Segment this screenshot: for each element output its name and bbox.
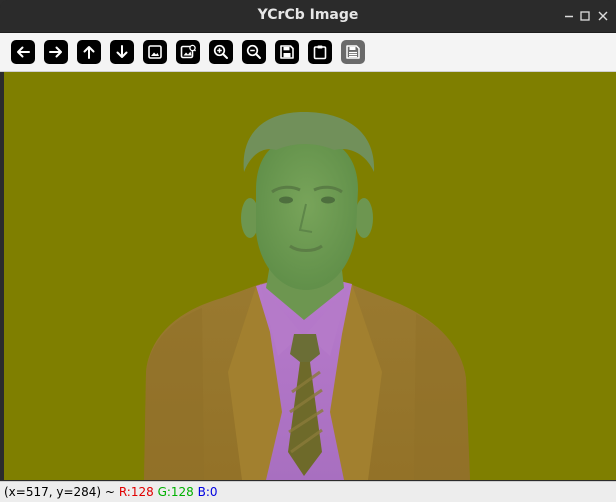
clipboard-icon xyxy=(313,45,327,60)
arrow-right-icon xyxy=(49,46,62,58)
properties-icon xyxy=(346,45,360,59)
save-icon xyxy=(280,45,294,59)
pan-right-button[interactable] xyxy=(44,40,68,64)
zoom-in-button[interactable] xyxy=(209,40,233,64)
properties-button[interactable] xyxy=(341,40,365,64)
image-info-icon xyxy=(180,44,196,59)
toolbar xyxy=(0,33,616,72)
arrow-up-icon xyxy=(83,46,95,59)
status-bar: (x=517, y=284) ~ R:128 G:128 B:0 xyxy=(0,481,616,502)
pan-left-button[interactable] xyxy=(11,40,35,64)
status-coordinates: (x=517, y=284) ~ xyxy=(4,485,115,499)
status-red-value: R:128 xyxy=(118,485,154,499)
close-icon xyxy=(598,11,608,21)
image-info-button[interactable] xyxy=(176,40,200,64)
zoom-out-icon xyxy=(246,44,261,59)
title-bar[interactable]: YCrCb Image xyxy=(0,0,616,33)
zoom-fit-button[interactable] xyxy=(143,40,167,64)
ycrcb-portrait-image xyxy=(4,72,616,480)
image-canvas[interactable] xyxy=(4,72,616,480)
arrow-down-icon xyxy=(116,45,128,58)
zoom-in-icon xyxy=(213,44,228,59)
status-green-value: G:128 xyxy=(157,485,194,499)
app-window: YCrCb Image (x=517, y=284) ~ R:128 G:128… xyxy=(0,0,616,502)
arrow-left-icon xyxy=(17,46,30,58)
window-title: YCrCb Image xyxy=(257,7,359,23)
zoom-fit-icon xyxy=(148,45,162,59)
close-button[interactable] xyxy=(589,0,616,32)
save-button[interactable] xyxy=(275,40,299,64)
pan-down-button[interactable] xyxy=(110,40,134,64)
pan-up-button[interactable] xyxy=(77,40,101,64)
status-blue-value: B:0 xyxy=(197,485,218,499)
clipboard-button[interactable] xyxy=(308,40,332,64)
zoom-out-button[interactable] xyxy=(242,40,266,64)
